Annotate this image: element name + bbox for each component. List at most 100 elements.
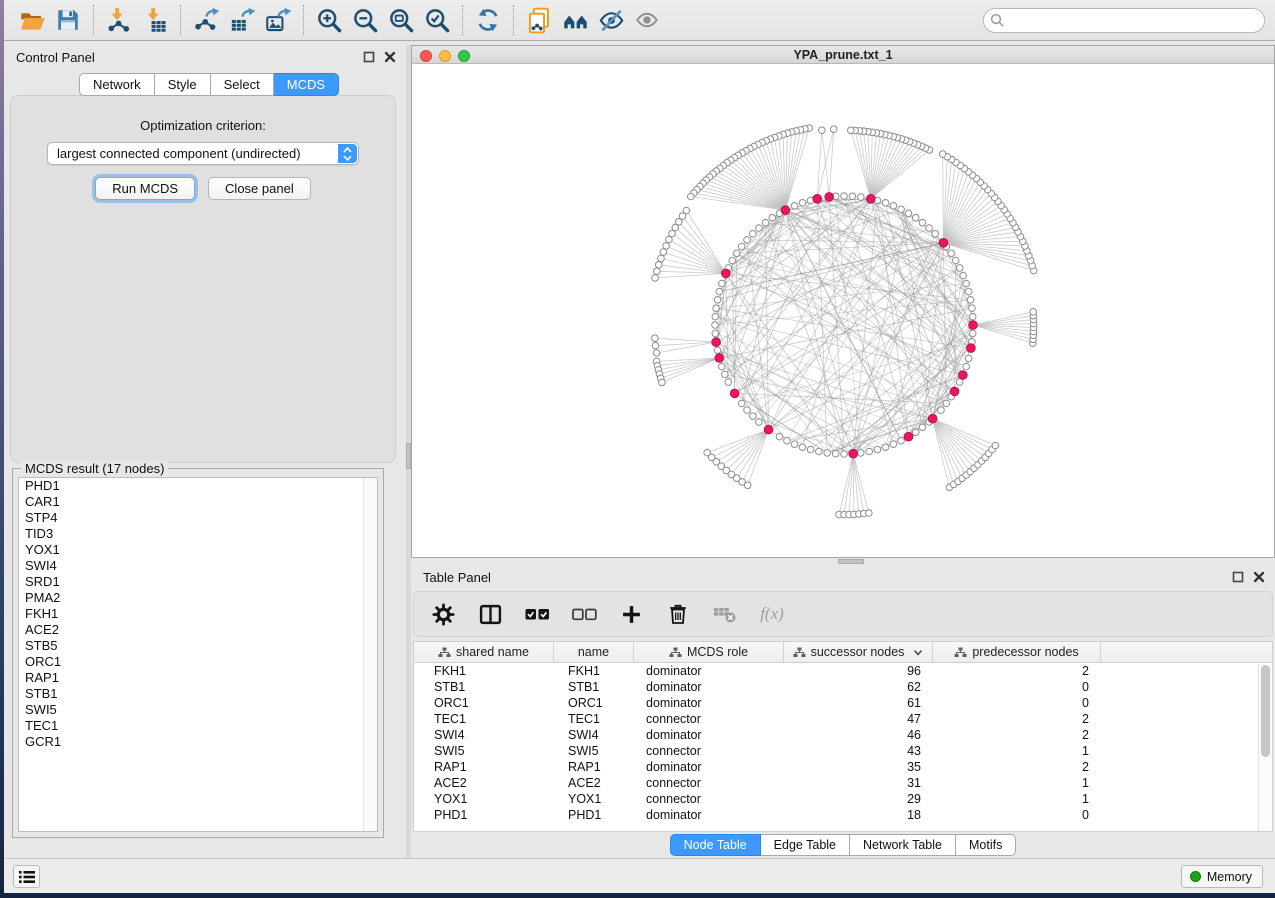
cell-name[interactable]: TEC1: [554, 711, 634, 727]
optimization-criterion-select[interactable]: largest connected component (undirected): [47, 142, 359, 165]
network-node[interactable]: [744, 237, 751, 244]
network-node[interactable]: [832, 450, 839, 457]
cell-MCDS-role[interactable]: dominator: [634, 807, 784, 823]
zoom-fit-button[interactable]: [383, 3, 419, 37]
network-hub-node[interactable]: [781, 206, 790, 215]
cell-name[interactable]: STB1: [554, 679, 634, 695]
network-node[interactable]: [866, 448, 873, 455]
mcds-result-item[interactable]: ORC1: [19, 654, 377, 670]
cell-shared-name[interactable]: RAP1: [414, 759, 554, 775]
mcds-result-item[interactable]: SRD1: [19, 574, 377, 590]
column-header-name[interactable]: name: [554, 642, 634, 662]
network-node[interactable]: [652, 335, 659, 342]
network-node[interactable]: [898, 206, 905, 213]
mcds-result-item[interactable]: RAP1: [19, 670, 377, 686]
network-node[interactable]: [733, 250, 740, 257]
import-network-button[interactable]: [101, 3, 137, 37]
cell-predecessor-nodes[interactable]: 1: [933, 791, 1101, 807]
cell-shared-name[interactable]: ACE2: [414, 775, 554, 791]
open-session-button[interactable]: [14, 3, 50, 37]
cell-successor-nodes[interactable]: 47: [784, 711, 933, 727]
network-node[interactable]: [841, 193, 848, 200]
tab-motifs[interactable]: Motifs: [956, 834, 1016, 856]
network-node[interactable]: [688, 193, 695, 200]
network-node[interactable]: [912, 429, 919, 436]
show-all-button[interactable]: [629, 3, 665, 37]
cell-shared-name[interactable]: SWI5: [414, 743, 554, 759]
network-node[interactable]: [965, 355, 972, 362]
network-node[interactable]: [652, 275, 659, 282]
cell-name[interactable]: ACE2: [554, 775, 634, 791]
column-header-successor-nodes[interactable]: successor nodes: [784, 642, 933, 662]
network-node[interactable]: [807, 446, 814, 453]
network-node[interactable]: [874, 446, 881, 453]
network-node[interactable]: [1030, 309, 1037, 316]
table-row[interactable]: ORC1ORC1dominator610: [414, 695, 1272, 711]
select-all-rows-button[interactable]: [524, 601, 550, 627]
tab-network[interactable]: Network: [79, 73, 155, 96]
network-node[interactable]: [744, 482, 751, 489]
cell-name[interactable]: SWI5: [554, 743, 634, 759]
new-network-from-selection-button[interactable]: [521, 3, 557, 37]
cell-MCDS-role[interactable]: dominator: [634, 695, 784, 711]
tab-style[interactable]: Style: [155, 73, 211, 96]
export-image-button[interactable]: [260, 3, 296, 37]
network-node[interactable]: [712, 322, 719, 329]
zoom-in-button[interactable]: [311, 3, 347, 37]
network-node[interactable]: [882, 444, 889, 451]
cell-successor-nodes[interactable]: 43: [784, 743, 933, 759]
mcds-result-item[interactable]: TID3: [19, 526, 377, 542]
mcds-list-scrollbar[interactable]: [363, 478, 377, 831]
network-node[interactable]: [824, 450, 831, 457]
mcds-result-item[interactable]: STP4: [19, 510, 377, 526]
cell-predecessor-nodes[interactable]: 0: [933, 679, 1101, 695]
cell-MCDS-role[interactable]: dominator: [634, 663, 784, 679]
cell-name[interactable]: FKH1: [554, 663, 634, 679]
cell-name[interactable]: PHD1: [554, 807, 634, 823]
memory-button[interactable]: Memory: [1181, 865, 1263, 888]
network-node[interactable]: [890, 203, 897, 210]
network-node[interactable]: [738, 400, 745, 407]
table-row[interactable]: TEC1TEC1connector472: [414, 711, 1272, 727]
network-node[interactable]: [956, 265, 963, 272]
network-node[interactable]: [890, 441, 897, 448]
mcds-result-item[interactable]: CAR1: [19, 494, 377, 510]
network-node[interactable]: [841, 451, 848, 458]
network-hub-node[interactable]: [867, 195, 876, 204]
export-network-button[interactable]: [188, 3, 224, 37]
network-node[interactable]: [712, 330, 719, 337]
mcds-result-item[interactable]: TEC1: [19, 718, 377, 734]
cell-MCDS-role[interactable]: dominator: [634, 679, 784, 695]
network-node[interactable]: [769, 214, 776, 221]
network-node[interactable]: [714, 347, 721, 354]
network-node[interactable]: [713, 305, 720, 312]
network-node[interactable]: [882, 200, 889, 207]
cell-MCDS-role[interactable]: connector: [634, 775, 784, 791]
network-node[interactable]: [756, 419, 763, 426]
network-node[interactable]: [784, 437, 791, 444]
cell-shared-name[interactable]: SWI4: [414, 727, 554, 743]
network-hub-node[interactable]: [928, 414, 937, 423]
float-panel-icon[interactable]: [1232, 571, 1244, 583]
network-node[interactable]: [725, 379, 732, 386]
hide-selected-button[interactable]: [593, 3, 629, 37]
float-panel-icon[interactable]: [363, 51, 375, 63]
network-node[interactable]: [663, 243, 670, 250]
mcds-result-item[interactable]: GCR1: [19, 734, 377, 750]
network-hub-node[interactable]: [849, 449, 858, 458]
cell-successor-nodes[interactable]: 46: [784, 727, 933, 743]
network-node[interactable]: [898, 437, 905, 444]
network-node[interactable]: [776, 433, 783, 440]
network-node[interactable]: [719, 363, 726, 370]
mcds-result-item[interactable]: PHD1: [19, 478, 377, 494]
network-node[interactable]: [666, 236, 673, 243]
cell-successor-nodes[interactable]: 62: [784, 679, 933, 695]
network-node[interactable]: [714, 297, 721, 304]
column-header-predecessor-nodes[interactable]: predecessor nodes: [933, 642, 1101, 662]
horizontal-splitter[interactable]: [411, 558, 1275, 565]
network-node[interactable]: [858, 450, 865, 457]
tab-network-table[interactable]: Network Table: [850, 834, 956, 856]
cell-successor-nodes[interactable]: 18: [784, 807, 933, 823]
network-node[interactable]: [654, 268, 661, 275]
network-node[interactable]: [762, 219, 769, 226]
